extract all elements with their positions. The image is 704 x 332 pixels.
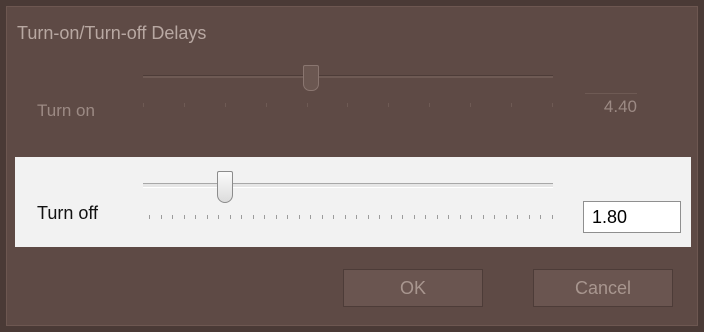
turn-on-value-field[interactable]: 4.40 [585, 93, 637, 120]
ok-button[interactable]: OK [343, 269, 483, 307]
turn-on-slider-ticks [143, 103, 553, 109]
turn-off-slider-thumb[interactable] [217, 171, 233, 203]
turn-off-label: Turn off [37, 203, 99, 223]
dialog-window: Turn-on/Turn-off Delays Turn on 4.40 Tur… [6, 6, 698, 326]
dialog-title: Turn-on/Turn-off Delays [17, 23, 207, 43]
turn-off-slider-ticks [149, 215, 553, 221]
turn-off-slider-track[interactable] [143, 183, 553, 188]
turn-on-row: Turn on 4.40 [7, 63, 697, 133]
turn-off-value-field[interactable]: 1.80 [583, 201, 681, 233]
turn-on-slider-track[interactable] [143, 75, 553, 78]
turn-on-slider-thumb[interactable] [303, 65, 319, 91]
turn-on-label: Turn on [37, 101, 95, 120]
turn-off-row: Turn off 1.80 [15, 157, 691, 247]
cancel-button[interactable]: Cancel [533, 269, 673, 307]
